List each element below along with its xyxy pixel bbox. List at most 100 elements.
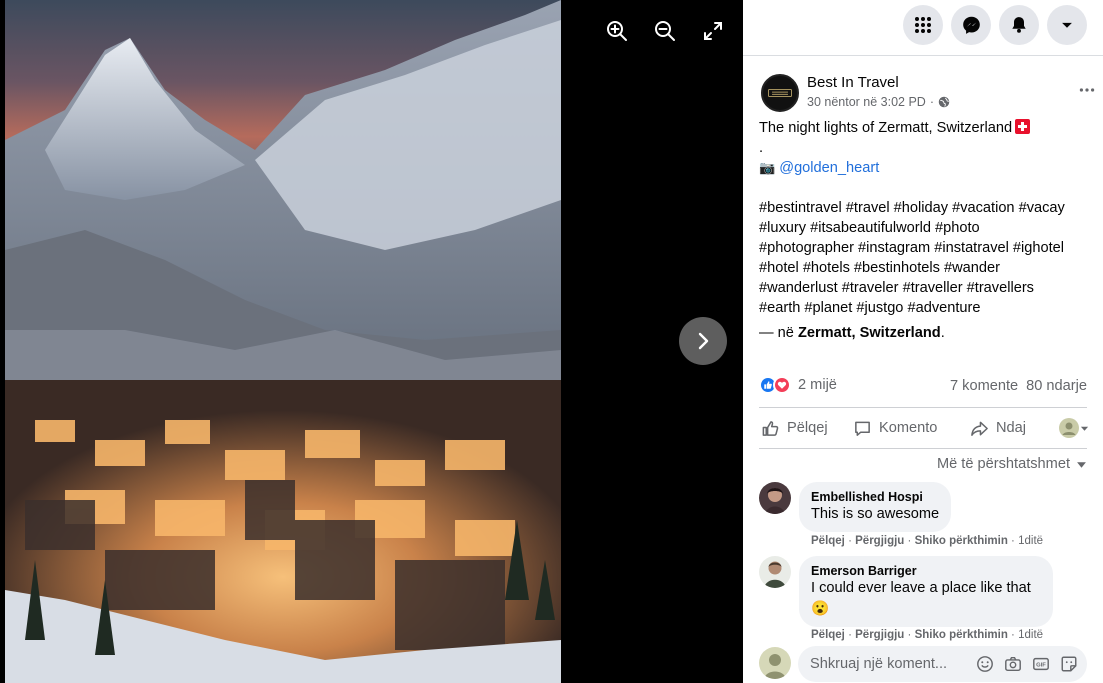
post-as-selector[interactable]	[1059, 408, 1089, 448]
next-photo-button[interactable]	[679, 317, 727, 365]
account-dropdown-icon	[1062, 22, 1072, 28]
comment-label: Komento	[879, 420, 938, 436]
comment-time[interactable]: 1ditë	[1018, 535, 1043, 547]
comment-reply-link[interactable]: Përgjigju	[855, 535, 904, 547]
sticker-icon	[1061, 656, 1077, 672]
reactions-summary[interactable]: 2 mijë	[759, 376, 837, 394]
sticker-button[interactable]	[1059, 654, 1079, 674]
account-menu-button[interactable]	[1047, 5, 1087, 45]
menu-button[interactable]	[903, 5, 943, 45]
comment-text: I could ever leave a place like that	[811, 580, 1031, 596]
messenger-button[interactable]	[951, 5, 991, 45]
comment-author[interactable]: Embellished Hospi	[811, 490, 939, 504]
zoom-out-icon	[655, 21, 675, 41]
comment-time[interactable]: 1ditë	[1018, 629, 1043, 641]
post-timestamp[interactable]: 30 nëntor në 3:02 PD	[807, 95, 926, 109]
photo-button[interactable]	[1003, 654, 1023, 674]
shares-count[interactable]: 80 ndarje	[1026, 378, 1087, 394]
comment-actions: Pëlqej · Përgjigju · Shiko përkthimin · …	[811, 629, 1044, 641]
post-meta: 30 nëntor në 3:02 PD ·	[807, 95, 950, 109]
caption-line: The night lights of Zermatt, Switzerland	[759, 118, 1094, 138]
camera-icon	[1005, 656, 1021, 672]
reactions-count[interactable]: 2 mijë	[798, 377, 837, 393]
hashtag-line[interactable]: #luxury #itsabeautifulworld #photo	[759, 218, 1094, 238]
swiss-flag-icon	[1015, 119, 1031, 134]
location-link[interactable]: Zermatt, Switzerland	[798, 325, 941, 341]
hashtag-line[interactable]: #photographer #instagram #instatravel #i…	[759, 238, 1094, 258]
notifications-button[interactable]	[999, 5, 1039, 45]
post-options-button[interactable]	[1075, 78, 1099, 102]
caption-dot: .	[759, 140, 764, 156]
comment-text: This is so awesome	[811, 506, 940, 522]
like-label: Pëlqej	[787, 420, 828, 436]
zoom-in-icon	[607, 21, 627, 41]
comment-reply-link[interactable]: Përgjigju	[855, 629, 904, 641]
share-button[interactable]: Ndaj	[970, 408, 1026, 448]
post-actions: Pëlqej Komento Ndaj	[759, 407, 1089, 449]
commenter-avatar[interactable]	[759, 482, 791, 514]
credit-link[interactable]: @golden_heart	[779, 160, 879, 176]
zoom-out-button[interactable]	[648, 14, 682, 48]
comment-translate-link[interactable]: Shiko përkthimin	[915, 629, 1008, 641]
post-stats: 2 mijë 7 komente 80 ndarje	[759, 376, 1087, 398]
sort-label: Më të përshtatshmet	[936, 456, 1070, 472]
notifications-icon	[1012, 17, 1026, 33]
stats-counts: 7 komente 80 ndarje	[950, 378, 1087, 394]
emoji-button[interactable]	[975, 654, 995, 674]
comment-item: Embellished Hospi This is so awesome Pël…	[759, 482, 1089, 552]
fullscreen-button[interactable]	[696, 14, 730, 48]
like-button[interactable]: Pëlqej	[761, 408, 828, 448]
commenter-avatar[interactable]	[759, 556, 791, 588]
comment-item: Emerson Barriger I could ever leave a pl…	[759, 556, 1089, 642]
comment-translate-link[interactable]: Shiko përkthimin	[915, 535, 1008, 547]
more-dots-icon	[1079, 88, 1095, 92]
hashtag-line[interactable]: #hotel #hotels #bestinhotels #wander	[759, 258, 1094, 278]
caret-down-icon	[1077, 461, 1086, 468]
comment-author[interactable]: Emerson Barriger	[811, 564, 1041, 578]
location-suffix: .	[940, 325, 945, 341]
hashtag-line[interactable]: #bestintravel #travel #holiday #vacation…	[759, 198, 1094, 218]
hashtag-line[interactable]: #wanderlust #traveler #traveller #travel…	[759, 278, 1094, 298]
page-name[interactable]: Best In Travel	[807, 74, 899, 91]
comment-like-link[interactable]: Pëlqej	[811, 535, 845, 547]
comment-bubble: Embellished Hospi This is so awesome	[799, 482, 952, 532]
comment-like-link[interactable]: Pëlqej	[811, 629, 845, 641]
photo-viewer	[0, 0, 743, 683]
comment-actions: Pëlqej · Përgjigju · Shiko përkthimin · …	[811, 535, 1044, 547]
location-prefix: — në	[759, 325, 794, 341]
zoom-in-button[interactable]	[600, 14, 634, 48]
comment-button[interactable]: Komento	[853, 408, 937, 448]
comments-count[interactable]: 7 komente	[950, 378, 1018, 394]
top-bar	[743, 0, 1103, 56]
user-avatar-small	[1059, 418, 1079, 438]
page-avatar[interactable]	[761, 74, 799, 112]
caret-down-icon	[1080, 426, 1089, 431]
comment-bubble-icon	[855, 421, 870, 436]
comment-emoji: 😮	[811, 601, 830, 617]
smiley-icon	[977, 656, 993, 672]
location-line: — në Zermatt, Switzerland.	[759, 323, 1094, 343]
globe-icon	[938, 96, 950, 108]
comment-bubble: Emerson Barriger I could ever leave a pl…	[799, 556, 1053, 627]
svg-text:GIF: GIF	[1036, 663, 1046, 669]
hashtag-line[interactable]: #earth #planet #justgo #adventure	[759, 298, 1094, 318]
post-panel: Best In Travel 30 nëntor në 3:02 PD · Th…	[743, 0, 1103, 683]
camera-icon: 📷	[759, 160, 776, 175]
messenger-icon	[962, 16, 980, 34]
comment-composer: GIF	[743, 642, 1103, 683]
my-avatar[interactable]	[759, 647, 791, 679]
caption-text: The night lights of Zermatt, Switzerland	[759, 120, 1013, 136]
gif-button[interactable]: GIF	[1031, 654, 1051, 674]
separator-dot: ·	[929, 95, 935, 109]
chevron-right-icon	[698, 332, 709, 350]
page-logo-icon	[768, 89, 792, 97]
credit-line: 📷 @golden_heart	[759, 158, 1094, 178]
menu-grid-icon	[915, 17, 931, 33]
share-arrow-icon	[971, 421, 988, 436]
post-header: Best In Travel 30 nëntor në 3:02 PD ·	[759, 72, 1095, 114]
zermatt-night-photo	[5, 0, 561, 683]
post-photo[interactable]	[5, 0, 561, 683]
comment-sort-dropdown[interactable]: Më të përshtatshmet	[937, 456, 1087, 472]
fullscreen-icon	[704, 22, 722, 40]
